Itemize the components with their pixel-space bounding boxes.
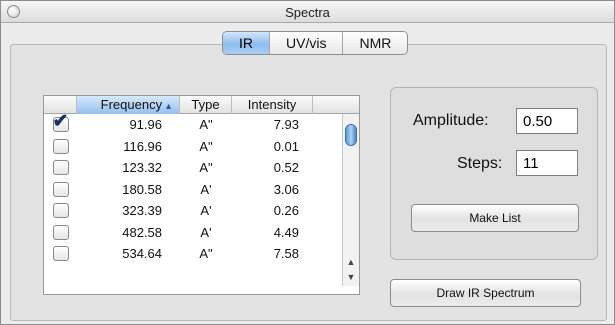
row-checkbox-cell	[44, 246, 77, 262]
amplitude-field[interactable]	[516, 108, 578, 134]
frequency-cell: 91.96	[129, 117, 162, 133]
frequency-cell: 123.32	[122, 160, 162, 176]
intensity-cell: 7.93	[273, 117, 299, 133]
intensity-cell: 7.58	[273, 246, 299, 262]
title-bar: Spectra	[1, 1, 614, 23]
row-checkbox-cell	[44, 138, 77, 154]
table-row[interactable]: ✔ 91.96 A" 7.93	[44, 112, 342, 136]
frequency-cell: 534.64	[122, 246, 162, 262]
row-checkbox[interactable]	[52, 246, 69, 262]
intensity-cell: 3.06	[273, 181, 299, 197]
row-checkbox-cell	[44, 160, 77, 176]
scroll-thumb[interactable]	[345, 124, 357, 146]
column-header-empty	[313, 96, 359, 114]
row-checkbox[interactable]	[52, 224, 69, 240]
row-checkbox-cell	[44, 224, 77, 240]
draw-ir-spectrum-button[interactable]: Draw IR Spectrum	[390, 279, 581, 307]
table-body: ✔ 91.96 A" 7.93 116.96 A" 0.01 123.32 A"…	[44, 112, 342, 265]
window-title: Spectra	[285, 5, 330, 20]
steps-field[interactable]	[516, 150, 578, 176]
intensity-cell: 0.26	[273, 203, 299, 219]
row-checkbox-cell	[44, 203, 77, 219]
table-row[interactable]: 180.58 A' 3.06	[44, 179, 342, 201]
row-checkbox[interactable]	[52, 138, 69, 154]
tab-uv-vis[interactable]: UV/vis	[269, 32, 343, 54]
frequency-table: Frequency ▲ Type Intensity ✔ 91.96 A" 7.9…	[43, 95, 360, 295]
frequency-cell: 323.39	[122, 203, 162, 219]
scroll-up-arrow-icon[interactable]: ▲	[343, 255, 359, 270]
table-row[interactable]: 123.32 A" 0.52	[44, 157, 342, 179]
column-header-frequency-label: Frequency	[100, 97, 163, 112]
type-cell: A"	[199, 160, 213, 176]
scroll-down-arrow-icon[interactable]: ▼	[343, 270, 359, 285]
table-row[interactable]: 534.64 A" 7.58	[44, 243, 342, 265]
row-checkbox[interactable]	[52, 181, 69, 197]
type-cell: A"	[199, 117, 213, 133]
type-cell: A'	[200, 224, 212, 240]
column-header-intensity[interactable]: Intensity	[232, 96, 313, 114]
intensity-cell: 0.52	[273, 160, 299, 176]
amplitude-label: Amplitude:	[413, 112, 489, 129]
table-row[interactable]: 323.39 A' 0.26	[44, 200, 342, 222]
make-list-button[interactable]: Make List	[411, 204, 579, 232]
spectra-window: Spectra IR UV/vis NMR Frequency ▲ Type In…	[0, 0, 615, 325]
tab-bar: IR UV/vis NMR	[222, 31, 409, 55]
table-row[interactable]: 482.58 A' 4.49	[44, 222, 342, 244]
type-cell: A"	[199, 246, 213, 262]
tab-ir[interactable]: IR	[223, 32, 269, 54]
frequency-cell: 482.58	[122, 224, 162, 240]
row-checkbox-cell	[44, 181, 77, 197]
sort-ascending-icon: ▲	[164, 101, 173, 111]
row-checkbox[interactable]	[52, 160, 69, 176]
list-settings-group: Amplitude: Steps: Make List	[390, 87, 598, 260]
tab-nmr[interactable]: NMR	[342, 32, 408, 54]
row-checkbox[interactable]: ✔	[52, 112, 69, 133]
table-scrollbar[interactable]: ▲ ▼	[342, 114, 359, 286]
table-row[interactable]: 116.96 A" 0.01	[44, 136, 342, 158]
row-checkbox-cell: ✔	[44, 112, 77, 133]
frequency-cell: 116.96	[123, 138, 162, 154]
type-cell: A'	[200, 203, 212, 219]
steps-label: Steps:	[457, 155, 503, 172]
column-header-type[interactable]: Type	[180, 96, 232, 114]
type-cell: A'	[200, 181, 212, 197]
row-checkbox[interactable]	[52, 203, 69, 219]
type-cell: A"	[199, 138, 213, 154]
intensity-cell: 0.01	[273, 138, 299, 154]
column-header-frequency[interactable]: Frequency ▲	[77, 96, 180, 114]
table-header: Frequency ▲ Type Intensity	[44, 96, 359, 114]
intensity-cell: 4.49	[273, 224, 299, 240]
checkmark-icon: ✔	[52, 111, 69, 133]
frequency-cell: 180.58	[122, 181, 162, 197]
